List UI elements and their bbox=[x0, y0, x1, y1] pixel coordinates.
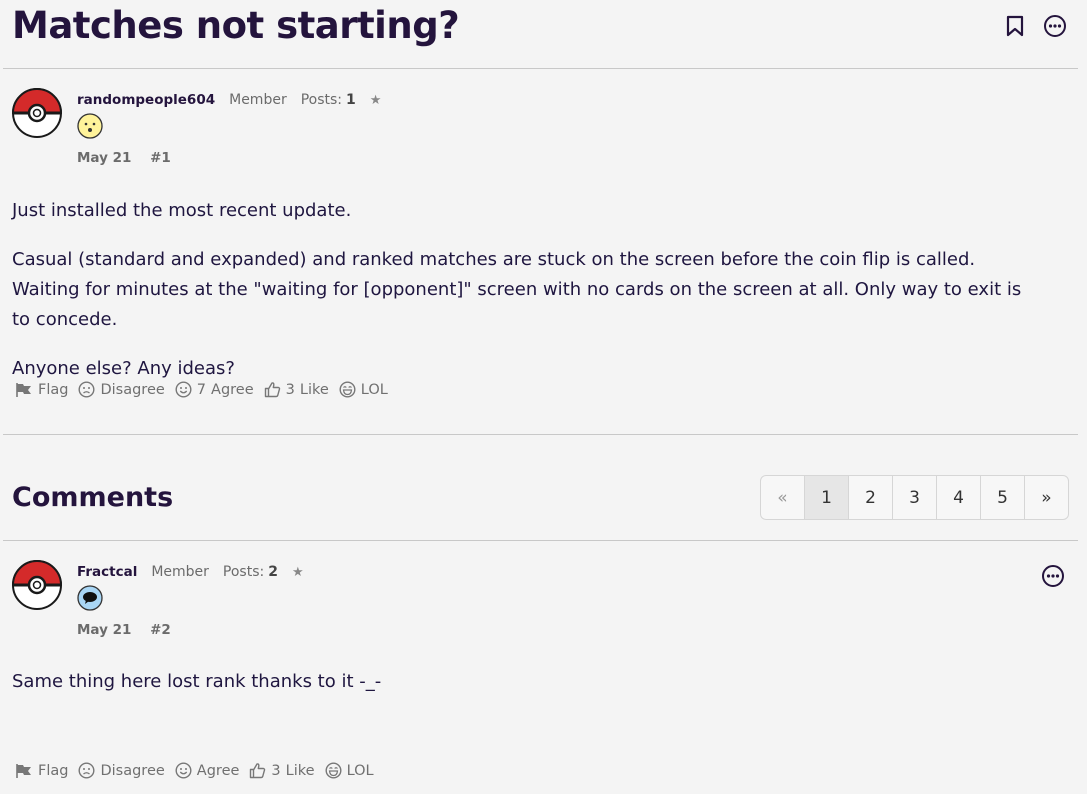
original-post-reactions: Flag Disagree 7 Agree 3 Like LOL bbox=[15, 381, 398, 398]
pagination-page-1[interactable]: 1 bbox=[805, 476, 849, 519]
post-paragraph: Anyone else? Any ideas? bbox=[12, 358, 235, 379]
discussion-header: Matches not starting? bbox=[12, 2, 1087, 52]
author-username[interactable]: Fractcal bbox=[77, 564, 137, 580]
like-label: Like bbox=[285, 762, 315, 779]
pokeball-avatar[interactable] bbox=[12, 560, 62, 610]
comment-date-line: May 21 #2 bbox=[77, 622, 171, 638]
like-label: Like bbox=[299, 381, 329, 398]
posts-label: Posts: bbox=[222, 564, 265, 580]
divider bbox=[3, 434, 1078, 435]
disagree-reaction[interactable]: Disagree bbox=[78, 762, 165, 779]
star-icon: ★ bbox=[291, 564, 304, 580]
pagination-page-4[interactable]: 4 bbox=[937, 476, 981, 519]
agree-label: Agree bbox=[211, 381, 254, 398]
title-actions bbox=[1003, 14, 1067, 38]
post-paragraph: Casual (standard and expanded) and ranke… bbox=[12, 249, 1022, 330]
comment-date[interactable]: May 21 bbox=[77, 622, 131, 638]
comment-header: Fractcal Member Posts: 2 ★ May 21 #2 bbox=[12, 560, 512, 650]
comments-heading: Comments bbox=[12, 482, 174, 513]
author-username[interactable]: randompeople604 bbox=[77, 92, 215, 108]
pagination-prev[interactable]: « bbox=[761, 476, 805, 519]
pagination-page-3[interactable]: 3 bbox=[893, 476, 937, 519]
laugh-icon bbox=[325, 762, 342, 779]
author-meta: Fractcal Member Posts: 2 ★ bbox=[77, 564, 304, 580]
pagination: « 1 2 3 4 5 » bbox=[760, 475, 1069, 520]
page-title: Matches not starting? bbox=[12, 4, 460, 47]
thumbs-up-icon bbox=[250, 763, 266, 779]
like-count: 3 bbox=[271, 762, 281, 779]
flag-reaction[interactable]: Flag bbox=[15, 382, 68, 398]
original-post-body: Just installed the most recent update. C… bbox=[12, 196, 1022, 384]
lol-reaction[interactable]: LOL bbox=[325, 762, 374, 779]
post-number[interactable]: #1 bbox=[150, 150, 171, 166]
author-role: Member bbox=[151, 564, 209, 580]
like-count: 3 bbox=[285, 381, 295, 398]
smile-icon bbox=[175, 762, 192, 779]
smile-icon bbox=[175, 381, 192, 398]
like-reaction[interactable]: 3 Like bbox=[264, 381, 329, 398]
bookmark-icon[interactable] bbox=[1003, 14, 1027, 38]
lol-label: LOL bbox=[346, 762, 374, 779]
author-meta: randompeople604 Member Posts: 1 ★ bbox=[77, 92, 381, 108]
disagree-label: Disagree bbox=[100, 381, 165, 398]
lol-label: LOL bbox=[360, 381, 388, 398]
disagree-reaction[interactable]: Disagree bbox=[78, 381, 165, 398]
star-icon: ★ bbox=[369, 92, 382, 108]
lol-reaction[interactable]: LOL bbox=[339, 381, 388, 398]
posts-count: 1 bbox=[346, 92, 356, 108]
comment-body: Same thing here lost rank thanks to it -… bbox=[12, 667, 1022, 697]
post-date-line: May 21 #1 bbox=[77, 150, 171, 166]
discussion-page: Matches not starting? randompeople604 Me… bbox=[0, 0, 1087, 794]
posts-label: Posts: bbox=[300, 92, 343, 108]
posts-count: 2 bbox=[268, 564, 278, 580]
post-paragraph: Just installed the most recent update. bbox=[12, 200, 352, 221]
divider bbox=[3, 540, 1078, 541]
agree-reaction[interactable]: Agree bbox=[175, 762, 240, 779]
post-date[interactable]: May 21 bbox=[77, 150, 131, 166]
flag-label: Flag bbox=[38, 381, 69, 398]
thumbs-up-icon bbox=[264, 382, 280, 398]
like-reaction[interactable]: 3 Like bbox=[249, 762, 315, 779]
frown-icon bbox=[78, 762, 95, 779]
laugh-icon bbox=[339, 381, 356, 398]
pokeball-avatar[interactable] bbox=[12, 88, 62, 138]
disagree-label: Disagree bbox=[100, 762, 165, 779]
pagination-next[interactable]: » bbox=[1025, 476, 1068, 519]
flag-label: Flag bbox=[38, 762, 69, 779]
flag-reaction[interactable]: Flag bbox=[15, 763, 68, 779]
agree-reaction[interactable]: 7 Agree bbox=[175, 381, 254, 398]
frown-icon bbox=[78, 381, 95, 398]
smiley-badge-icon bbox=[77, 113, 103, 139]
pagination-page-5[interactable]: 5 bbox=[981, 476, 1025, 519]
speech-bubble-badge-icon bbox=[77, 585, 103, 611]
pagination-page-2[interactable]: 2 bbox=[849, 476, 893, 519]
divider bbox=[3, 68, 1078, 69]
comment-number[interactable]: #2 bbox=[150, 622, 171, 638]
agree-count: 7 bbox=[196, 381, 207, 398]
author-role: Member bbox=[229, 92, 287, 108]
flag-icon bbox=[16, 763, 31, 778]
comment-text: Same thing here lost rank thanks to it -… bbox=[12, 671, 382, 692]
comment-reactions: Flag Disagree Agree 3 Like LOL bbox=[15, 762, 384, 779]
original-post-header: randompeople604 Member Posts: 1 ★ May 21… bbox=[12, 88, 512, 178]
options-menu-icon[interactable] bbox=[1043, 14, 1067, 38]
agree-label: Agree bbox=[196, 762, 240, 779]
comment-options-icon[interactable] bbox=[1041, 564, 1065, 588]
flag-icon bbox=[16, 382, 31, 397]
